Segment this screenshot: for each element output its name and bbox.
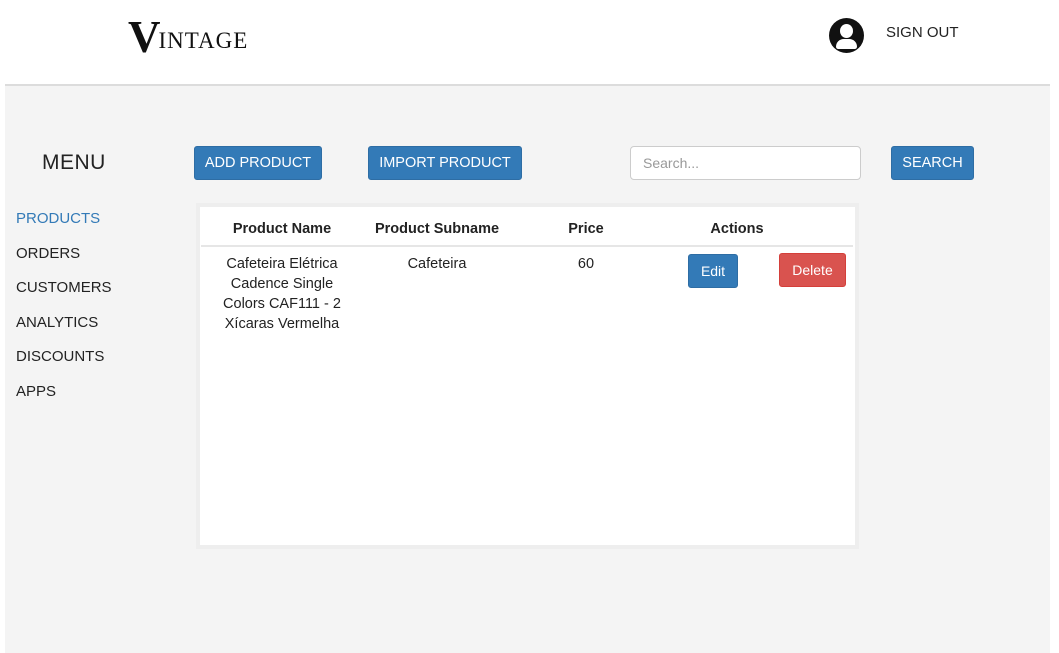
top-header: V INTAGE SIGN OUT <box>0 0 1059 85</box>
search-button[interactable]: SEARCH <box>891 146 974 180</box>
product-name-line: Cafeteira Elétrica <box>226 256 338 272</box>
cell-product-name: Cafeteira Elétrica Cadence Single Colors… <box>202 254 362 334</box>
cell-price: 60 <box>577 256 595 272</box>
products-table: Product Name Product Subname Price Actio… <box>196 203 859 549</box>
add-product-button[interactable]: ADD PRODUCT <box>194 146 322 180</box>
menu-title: MENU <box>42 151 106 174</box>
sidebar-menu: PRODUCTS ORDERS CUSTOMERS ANALYTICS DISC… <box>16 209 112 416</box>
column-header-product-name: Product Name <box>232 221 332 237</box>
sidebar-item-discounts[interactable]: DISCOUNTS <box>16 347 112 382</box>
sidebar-item-orders[interactable]: ORDERS <box>16 244 112 279</box>
avatar-head-shape <box>840 24 853 38</box>
column-header-product-subname: Product Subname <box>374 221 500 237</box>
column-header-price: Price <box>568 221 604 237</box>
search-input[interactable] <box>630 146 861 180</box>
cell-product-subname: Cafeteira <box>407 256 467 272</box>
sidebar-item-products[interactable]: PRODUCTS <box>16 209 112 244</box>
edit-button[interactable]: Edit <box>688 254 738 288</box>
sidebar-item-analytics[interactable]: ANALYTICS <box>16 313 112 348</box>
product-name-line: Colors CAF111 - 2 <box>223 296 341 312</box>
delete-button[interactable]: Delete <box>779 253 846 287</box>
product-name-line: Xícaras Vermelha <box>224 316 340 332</box>
import-product-button[interactable]: IMPORT PRODUCT <box>368 146 522 180</box>
logo-text: INTAGE <box>158 28 249 53</box>
sidebar-item-apps[interactable]: APPS <box>16 382 112 417</box>
product-name-line: Cadence Single <box>230 276 334 292</box>
sidebar-item-customers[interactable]: CUSTOMERS <box>16 278 112 313</box>
avatar-body-shape <box>836 39 857 49</box>
logo-initial: V <box>128 12 161 62</box>
column-header-actions: Actions <box>710 221 764 237</box>
vintage-logo[interactable]: V INTAGE <box>128 12 249 62</box>
sign-out-link[interactable]: SIGN OUT <box>886 24 959 41</box>
header-row-divider <box>201 245 853 247</box>
user-avatar-icon[interactable] <box>829 18 864 53</box>
